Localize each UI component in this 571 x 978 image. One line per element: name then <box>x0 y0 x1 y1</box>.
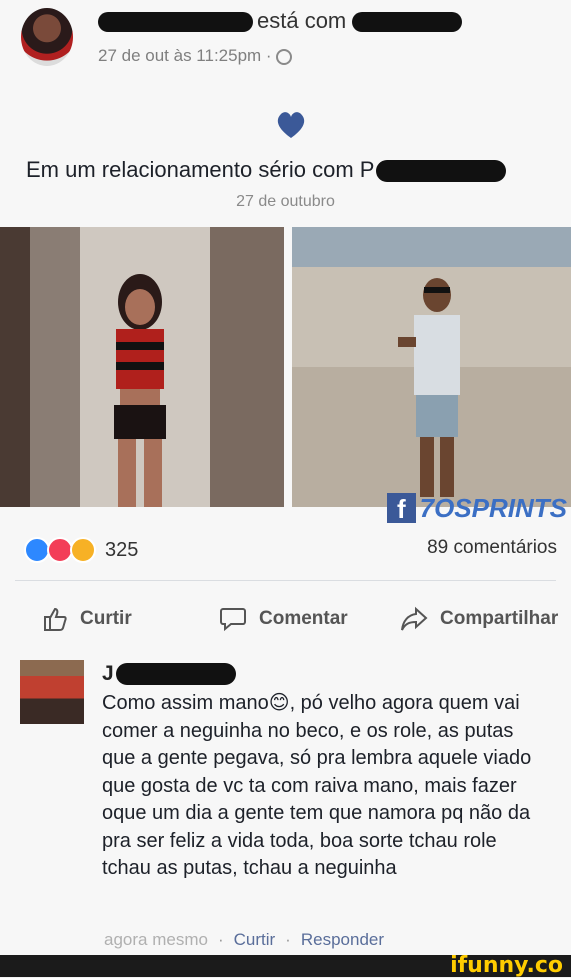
comment-meta: agora mesmo · Curtir · Responder <box>104 930 384 950</box>
separator: · <box>217 930 224 949</box>
comment-time: agora mesmo <box>104 930 208 949</box>
comment-button[interactable]: Comentar <box>219 606 348 632</box>
share-arrow-icon <box>401 606 428 631</box>
facebook-icon: f <box>387 493 416 524</box>
like-button[interactable]: Curtir <box>42 606 132 632</box>
person-figure <box>114 274 166 507</box>
post-timestamp[interactable]: 27 de out às 11:25pm · <box>98 46 292 66</box>
status-text: está com <box>257 8 347 33</box>
share-label: Compartilhar <box>440 608 559 629</box>
like-label: Curtir <box>80 608 132 629</box>
timestamp-text: 27 de out às 11:25pm · <box>98 46 272 65</box>
heart-icon <box>277 112 305 138</box>
speech-bubble-icon <box>220 608 246 632</box>
profile-avatar[interactable] <box>21 8 73 66</box>
haha-reaction-icon <box>70 537 96 563</box>
comment-like-link[interactable]: Curtir <box>234 930 276 949</box>
globe-icon <box>275 48 292 65</box>
comment-label: Comentar <box>259 608 348 629</box>
photo-left[interactable] <box>0 227 284 507</box>
commenter-avatar[interactable] <box>20 660 84 724</box>
reaction-count: 325 <box>105 538 139 561</box>
reactions-summary[interactable]: 325 <box>24 537 138 563</box>
redacted-name <box>98 12 253 33</box>
separator: · <box>285 930 291 949</box>
redacted-name <box>376 160 507 183</box>
comment-text: Como assim mano😊, pó velho agora quem va… <box>102 692 532 879</box>
comment-count[interactable]: 89 comentários <box>427 537 557 559</box>
commenter-name[interactable]: J <box>102 662 236 686</box>
photo-right[interactable] <box>292 227 571 507</box>
divider <box>15 580 556 581</box>
event-date: 27 de outubro <box>236 193 335 210</box>
comment-reply-link[interactable]: Responder <box>301 930 384 949</box>
person-figure <box>398 278 460 497</box>
watermark-text: 7OSPRINTS <box>419 492 567 523</box>
commenter-initial: J <box>102 662 114 685</box>
event-title-text: Em um relacionamento sério com P <box>26 157 375 182</box>
post-header: está com <box>98 8 463 34</box>
redacted-name <box>115 663 236 686</box>
ifunny-logo: ifunny.co <box>450 953 563 978</box>
watermark: f 7OSPRINTS <box>387 490 567 526</box>
thumbs-up-icon <box>44 607 67 631</box>
share-button[interactable]: Compartilhar <box>400 606 558 632</box>
facebook-post: está com 27 de out às 11:25pm · Em um re… <box>0 0 571 955</box>
redacted-partner-name <box>352 12 463 33</box>
ifunny-bar: ifunny.co <box>0 953 571 978</box>
relationship-event-title: Em um relacionamento sério com P <box>26 157 507 183</box>
